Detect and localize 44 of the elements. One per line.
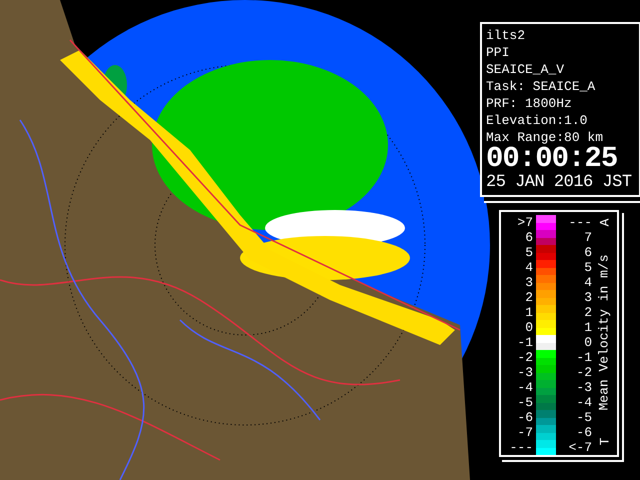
legend-label: --- [508, 440, 534, 455]
legend-label: -4 [575, 395, 592, 410]
info-text: ilts2 [486, 27, 526, 44]
info-text: PRF: 1800Hz [486, 95, 573, 112]
legend-label: -2 [516, 350, 534, 365]
date-text: 25 JAN 2016 JST [486, 172, 633, 193]
legend-label: <-7 [568, 440, 592, 455]
legend-label: >7 [516, 215, 534, 230]
legend-label: 5 [524, 245, 534, 260]
legend-label: 1 [524, 305, 534, 320]
info-text: SEAICE_A_V [486, 61, 566, 78]
legend-label: 2 [583, 305, 592, 320]
legend-label: -6 [516, 410, 534, 425]
legend-label: 6 [524, 230, 534, 245]
info-text: Elevation:1.0 [486, 112, 588, 129]
legend-label: 4 [583, 275, 592, 290]
legend-label: 6 [583, 245, 592, 260]
legend-label: 7 [583, 230, 592, 245]
legend-label: -3 [575, 380, 592, 395]
legend-label: -1 [516, 335, 534, 350]
legend-label: 3 [583, 290, 592, 305]
legend-label: 3 [524, 275, 534, 290]
legend-label: 2 [524, 290, 534, 305]
info-text: PPI [486, 44, 510, 61]
legend-mark: A [597, 218, 612, 226]
info-text: Task: SEAICE_A [486, 78, 596, 95]
legend-mark: T [597, 438, 612, 446]
time-text: 00:00:25 [486, 146, 618, 172]
info-text: Max Range:80 km [486, 129, 604, 146]
legend-label: -5 [575, 410, 592, 425]
legend-label: 0 [524, 320, 534, 335]
legend-label: -7 [516, 425, 534, 440]
legend-label: 0 [583, 335, 592, 350]
legend-label: --- [568, 215, 592, 230]
legend-label: -6 [575, 425, 592, 440]
legend-label: 4 [524, 260, 534, 275]
legend-label: -2 [575, 365, 592, 380]
legend-label: -4 [516, 380, 534, 395]
legend-label: -5 [516, 395, 534, 410]
legend-label: -3 [516, 365, 534, 380]
legend-label: -1 [575, 350, 592, 365]
legend-title: Mean Velocity in m/s [597, 254, 612, 410]
legend-label: 5 [583, 260, 592, 275]
legend-label: 1 [583, 320, 592, 335]
